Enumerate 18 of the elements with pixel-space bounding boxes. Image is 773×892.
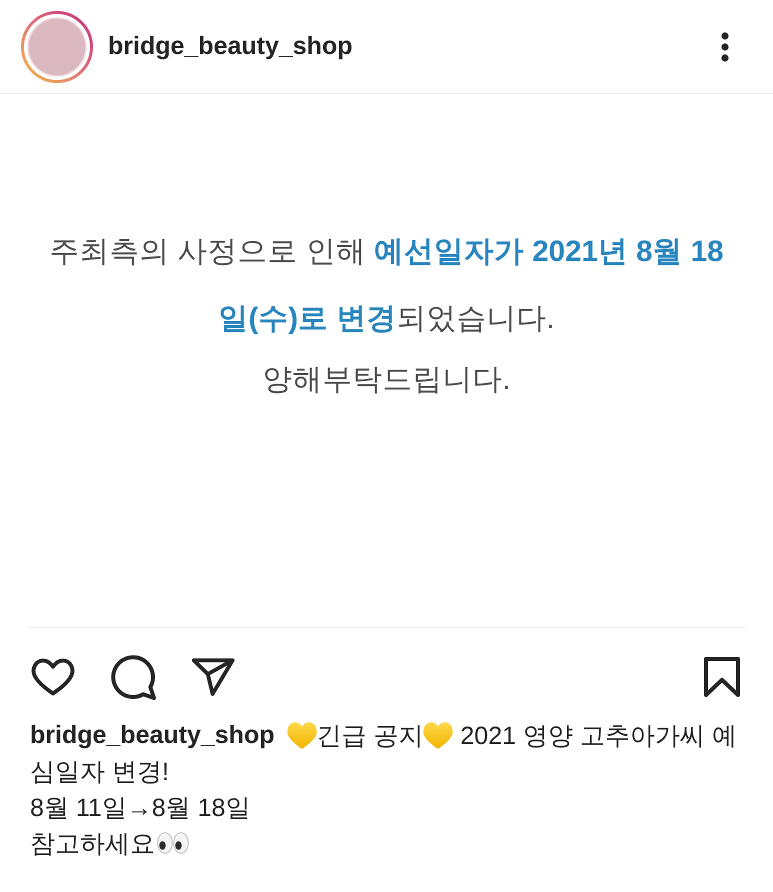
- notice-text: 주최측의 사정으로 인해 예선일자가 2021년 8월 18일(수)로 변경되었습니다.: [48, 234, 725, 337]
- closing-text: 양해부탁드립니다.: [262, 362, 511, 398]
- eyes-icon: [157, 832, 189, 854]
- heart-icon: [286, 722, 316, 748]
- bookmark-icon[interactable]: [704, 657, 740, 697]
- caption-text: 심일자 변경!: [30, 756, 169, 788]
- caption-text: 참고하세요: [30, 828, 155, 860]
- more-options-icon[interactable]: [721, 32, 729, 62]
- caption-text: 8월 11일→8월 18일: [30, 792, 250, 824]
- caption-text: 2021 영양 고추아가씨 예: [459, 720, 737, 752]
- caption-text: 긴급 공지: [316, 720, 424, 752]
- speech-bubble-icon[interactable]: [111, 654, 156, 700]
- heart-icon: [423, 722, 454, 748]
- username-link[interactable]: bridge_beauty_shop: [108, 32, 352, 61]
- heart-icon[interactable]: [30, 656, 76, 698]
- paper-plane-icon[interactable]: [191, 658, 235, 696]
- username-link[interactable]: bridge_beauty_shop: [30, 720, 274, 750]
- avatar-placeholder[interactable]: [21, 10, 93, 82]
